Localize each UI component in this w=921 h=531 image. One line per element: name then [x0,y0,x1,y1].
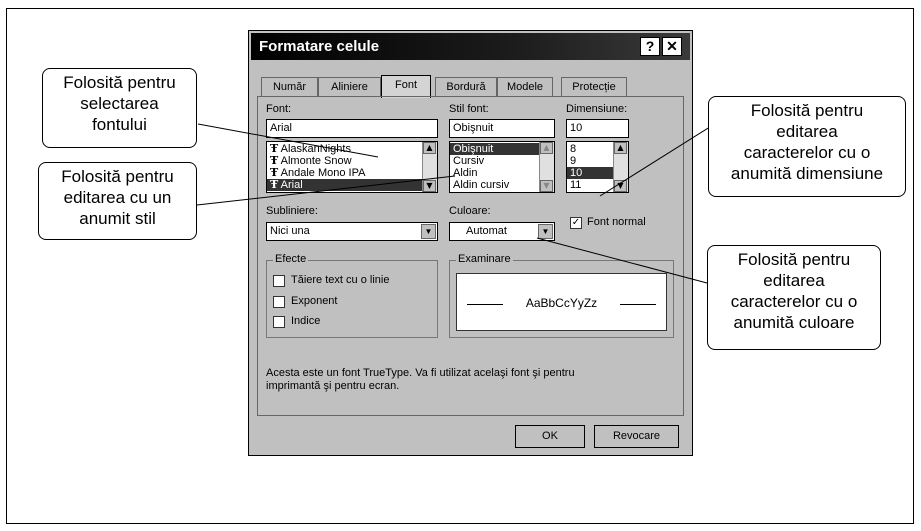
callout-text: fontului [92,115,147,134]
callout-text: editarea [776,122,838,141]
callout-text: Folosită pentru [750,101,864,120]
callout-text: editarea cu un [63,188,172,207]
callout-text: caracterelor cu o [730,292,858,311]
callout-text: Folosită pentru [737,250,851,269]
callout-text: Folosită pentru [63,73,176,92]
callout-text: anumită dimensiune [730,164,884,183]
callout-text: Folosită pentru [61,167,174,186]
style-callout-line [196,175,456,206]
callout-text: anumită culoare [733,313,855,332]
callout-font: Folosită pentru selectarea fontului [42,68,197,148]
callout-style: Folosită pentru editarea cu un anumit st… [38,162,197,240]
callout-text: caracterelor cu o [743,143,871,162]
size-callout-line [599,124,714,197]
callout-size: Folosită pentru editarea caracterelor cu… [708,96,906,197]
color-callout-line [536,237,708,284]
callout-text: anumit stil [79,209,156,228]
callout-color: Folosită pentru editarea caracterelor cu… [707,245,881,350]
callout-text: selectarea [80,94,159,113]
callout-text: editarea [763,271,825,290]
font-callout-line [197,123,379,158]
